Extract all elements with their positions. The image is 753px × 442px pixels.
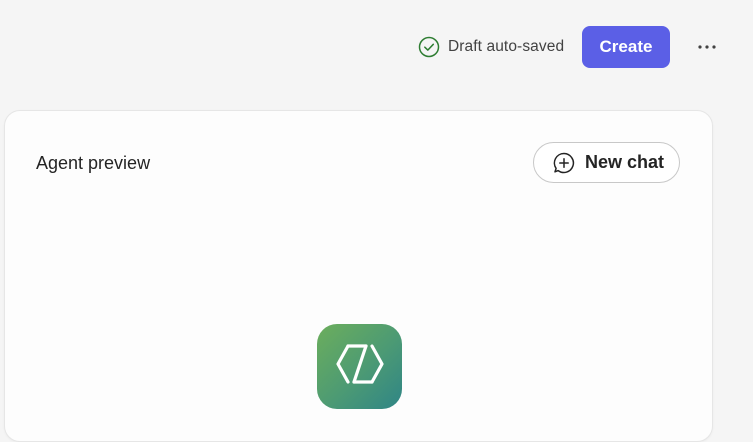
agent-preview-panel: Agent preview New chat bbox=[4, 110, 713, 442]
new-chat-button[interactable]: New chat bbox=[533, 142, 680, 183]
panel-title: Agent preview bbox=[36, 153, 151, 173]
check-circle-icon bbox=[418, 36, 440, 58]
more-options-button[interactable] bbox=[692, 33, 722, 61]
create-button[interactable]: Create bbox=[582, 26, 670, 68]
agent-logo bbox=[317, 324, 402, 409]
new-chat-label: New chat bbox=[585, 152, 665, 172]
autosave-status: Draft auto-saved bbox=[418, 36, 564, 58]
chat-add-icon bbox=[553, 152, 575, 174]
top-bar: Draft auto-saved Create bbox=[0, 0, 753, 95]
more-horizontal-icon bbox=[697, 44, 717, 50]
code-brackets-icon bbox=[334, 342, 386, 391]
autosave-status-text: Draft auto-saved bbox=[448, 38, 565, 55]
